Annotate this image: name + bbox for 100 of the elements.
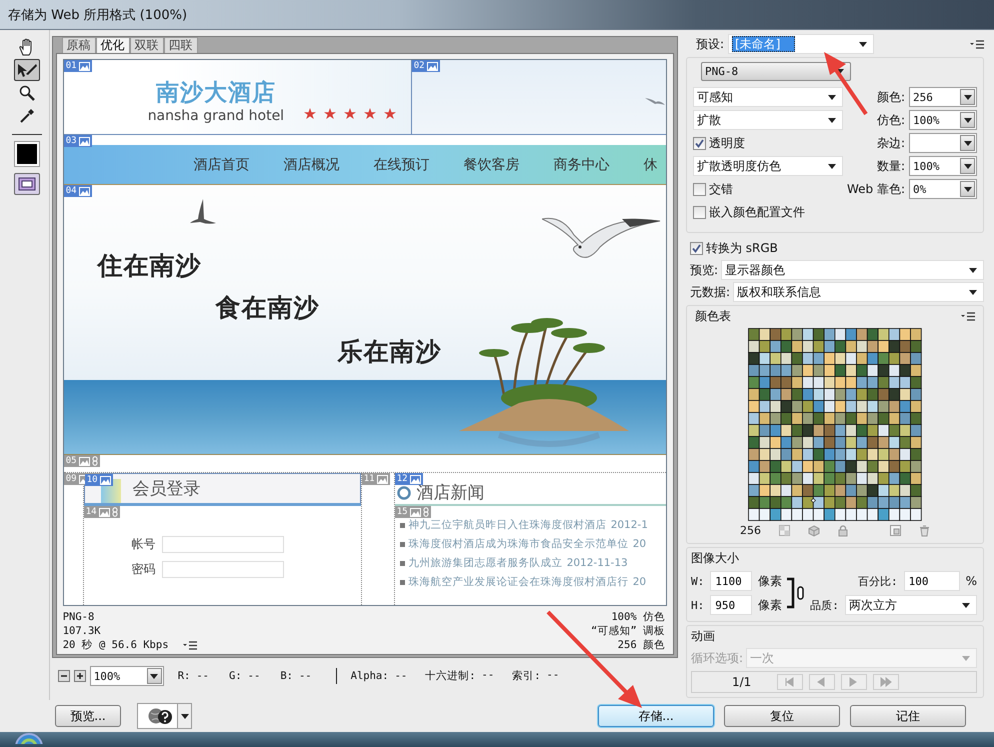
- frame-counter: 1/1: [732, 675, 752, 689]
- value-combo[interactable]: 0%: [909, 179, 977, 199]
- image-slice-icon: [100, 476, 111, 484]
- slices-icon: [18, 177, 36, 191]
- input-field[interactable]: [162, 561, 284, 578]
- unit-label: 像素: [758, 572, 782, 590]
- check-icon: [692, 244, 701, 252]
- setting-dropdown[interactable]: 扩散透明度仿色: [692, 156, 843, 176]
- news-date: 2012-11-13: [566, 557, 628, 569]
- readout-value: --: [546, 669, 560, 683]
- tab[interactable]: 优化: [96, 37, 130, 53]
- hotel-subtitle: nansha grand hotel: [148, 108, 284, 124]
- slice-number: 02: [414, 60, 425, 72]
- info-text: PNG-8: [62, 610, 94, 624]
- zoom-in-button[interactable]: [74, 670, 86, 682]
- caret-icon: [964, 94, 972, 100]
- nav-link[interactable]: 在线预订: [374, 156, 430, 174]
- input-field[interactable]: [162, 536, 284, 553]
- image-slice-icon: [78, 62, 90, 70]
- login-title: 会员登录: [132, 478, 201, 500]
- dialog-button[interactable]: 存储...: [598, 705, 714, 727]
- caret-icon: [964, 140, 972, 146]
- checkbox[interactable]: [690, 242, 703, 254]
- new-color-icon[interactable]: [890, 525, 901, 536]
- zoom-out-button[interactable]: [58, 670, 70, 682]
- image-slice-icon: [78, 456, 90, 466]
- checkbox[interactable]: [692, 182, 706, 196]
- setting-label: 元数据:: [690, 284, 730, 300]
- readout-label: 十六进制:: [425, 669, 476, 683]
- group-title: 颜色表: [694, 308, 731, 325]
- field-label: W:: [690, 574, 704, 588]
- caret-icon: [828, 94, 836, 100]
- value-combo[interactable]: 100%: [909, 110, 977, 130]
- value-combo[interactable]: 256: [909, 87, 977, 107]
- nav-link[interactable]: 休: [644, 156, 658, 174]
- readout-label: R:: [178, 670, 190, 682]
- news-title: 酒店新闻: [416, 482, 485, 504]
- link-icon: [422, 507, 429, 517]
- slice-visibility-button[interactable]: [14, 173, 40, 195]
- field-label: 帐号: [132, 536, 156, 553]
- dialog-button[interactable]: 复位: [724, 705, 840, 727]
- checkbox-label: 嵌入颜色配置文件: [708, 204, 805, 220]
- readout-label: B:: [280, 670, 293, 682]
- bullet-icon: [400, 580, 405, 584]
- bullet-icon: [400, 560, 405, 566]
- next-frame-icon: [880, 677, 892, 687]
- menu-icon[interactable]: [970, 40, 984, 48]
- field-label: 品质:: [810, 598, 839, 612]
- slice-number: 05: [66, 455, 77, 467]
- nav-link[interactable]: 商务中心: [554, 156, 610, 174]
- menu-icon[interactable]: [182, 640, 197, 650]
- checkbox[interactable]: [692, 206, 706, 218]
- color-count: 256: [740, 524, 761, 537]
- slice-number: 03: [66, 135, 77, 147]
- value-combo[interactable]: [909, 133, 977, 153]
- link-icon[interactable]: [786, 575, 806, 611]
- setting-label: 预览:: [690, 262, 718, 278]
- menu-icon[interactable]: [961, 312, 975, 321]
- quality-dropdown[interactable]: 两次立方: [844, 595, 977, 615]
- tab[interactable]: 双联: [130, 37, 164, 53]
- browser-dropdown[interactable]: [137, 703, 192, 729]
- field-label: H:: [690, 598, 704, 612]
- start-button-icon[interactable]: [14, 732, 44, 744]
- slice-number: 04: [66, 185, 77, 197]
- field-label: 密码: [132, 561, 156, 578]
- nav-link[interactable]: 酒店概况: [284, 156, 340, 174]
- number-field[interactable]: 100: [904, 571, 960, 591]
- slice-number: 01: [66, 60, 77, 72]
- readout-value: --: [196, 670, 209, 682]
- tool-button[interactable]: [14, 59, 40, 81]
- info-text: 20 秒 @ 56.6 Kbps: [62, 638, 169, 652]
- format-dropdown[interactable]: PNG-8: [700, 62, 851, 81]
- caret-icon: [180, 714, 188, 718]
- setting-dropdown[interactable]: 可感知: [692, 87, 843, 107]
- tab[interactable]: 四联: [164, 37, 198, 53]
- setting-dropdown[interactable]: 显示器颜色: [721, 260, 984, 280]
- caret-icon: [962, 602, 970, 608]
- window-title: 存储为 Web 所用格式 (100%): [8, 6, 188, 24]
- checkbox[interactable]: [692, 136, 706, 150]
- zoom-dropdown[interactable]: 100%: [90, 666, 164, 686]
- image-slice-icon: [78, 136, 90, 146]
- setting-label: 仿色:: [876, 112, 905, 128]
- setting-label: 颜色:: [876, 88, 905, 106]
- number-field[interactable]: 1100: [710, 571, 752, 591]
- setting-dropdown[interactable]: 版权和联系信息: [733, 282, 984, 302]
- nav-link[interactable]: 酒店首页: [194, 156, 250, 174]
- nav-link[interactable]: 餐饮客房: [464, 156, 520, 174]
- eyedropper-color-swatch[interactable]: [15, 142, 39, 166]
- preview-button[interactable]: 预览...: [55, 705, 121, 727]
- info-text: 100% 仿色: [611, 610, 665, 624]
- field-label: 百分比:: [858, 574, 898, 588]
- tab[interactable]: 原稿: [62, 37, 96, 53]
- setting-dropdown[interactable]: 扩散: [692, 110, 843, 130]
- value-combo[interactable]: 100%: [909, 156, 977, 176]
- image-slice-icon: [426, 62, 438, 70]
- number-field[interactable]: 950: [710, 595, 752, 615]
- bullet-icon: [400, 542, 405, 546]
- zoom-icon: [19, 85, 35, 101]
- dialog-button[interactable]: 记住: [850, 705, 966, 727]
- image-slice-icon: [98, 508, 110, 516]
